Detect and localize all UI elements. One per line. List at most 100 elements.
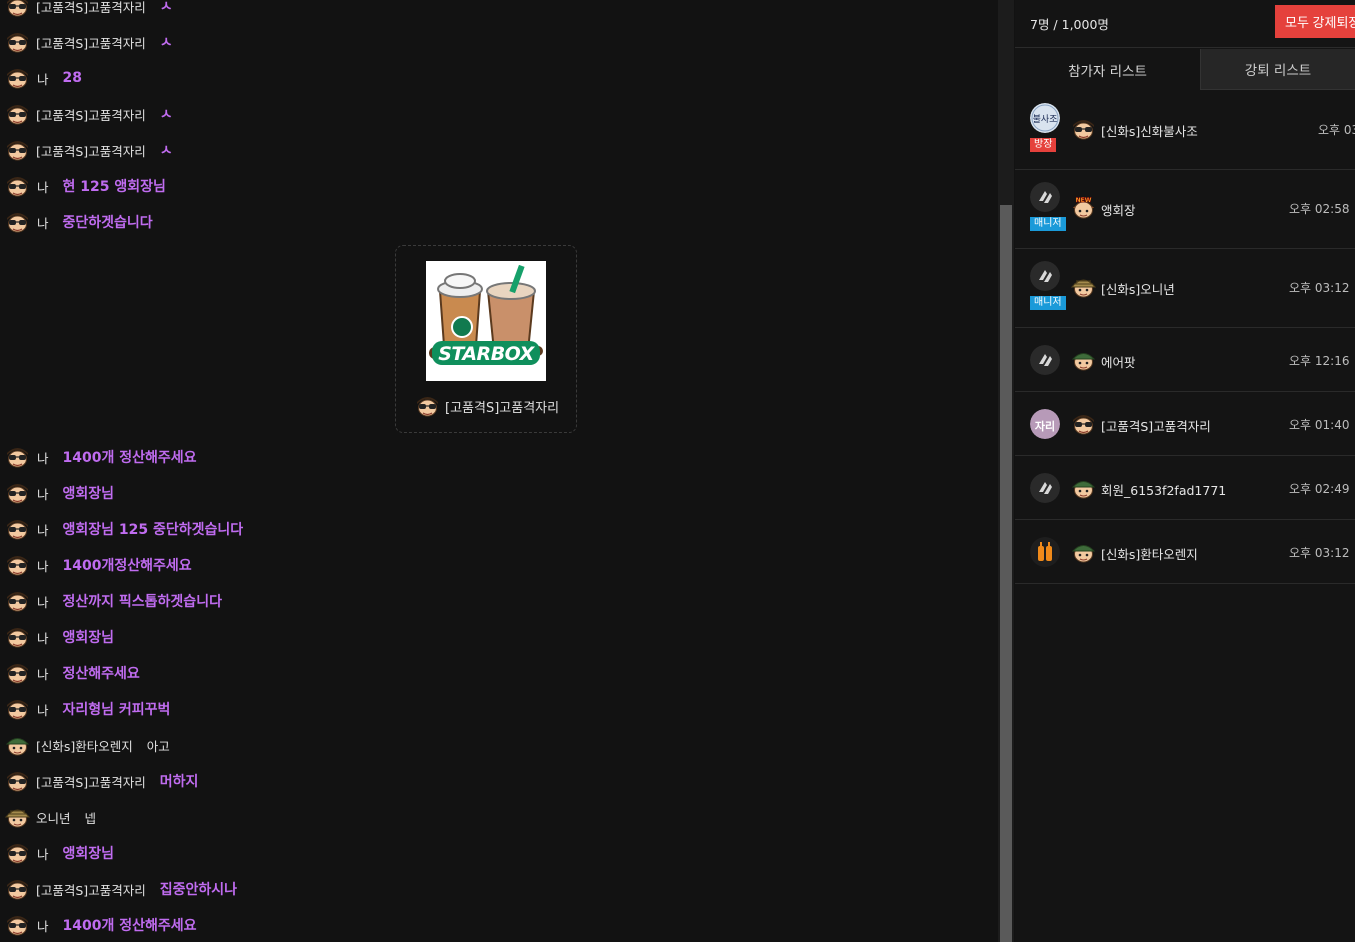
message-sender[interactable]: 나 — [37, 628, 49, 647]
message-sender[interactable]: 나 — [37, 844, 49, 863]
join-time: 오후 12:16 — [1289, 354, 1350, 368]
message-sender[interactable]: [고품격S]고품격자리 — [36, 0, 146, 16]
scrollbar-thumb[interactable] — [1000, 205, 1012, 942]
participant-name[interactable]: 에어팟 — [1101, 352, 1136, 371]
message-sender[interactable]: [고품격S]고품격자리 — [445, 397, 559, 416]
message-sender[interactable]: 나 — [37, 213, 49, 232]
message-text: 정산해주세요 — [62, 666, 140, 682]
kick-all-button[interactable]: 모두 강제퇴장 — [1275, 5, 1355, 38]
message-sender[interactable]: [고품격S]고품격자리 — [36, 772, 146, 791]
chat-message: [고품격S]고품격자리 집중안하시나 — [4, 874, 237, 904]
avatar[interactable] — [4, 697, 31, 721]
message-sender[interactable]: 나 — [37, 484, 49, 503]
chat-message: 나 자리형님 커피꾸벅 — [4, 694, 170, 724]
avatar[interactable] — [4, 210, 31, 234]
participant-row[interactable]: 불사조방장 [신화s]신화불사조 오후 03 — [1015, 91, 1355, 170]
participant-name[interactable]: [신화s]신화불사조 — [1101, 121, 1198, 140]
message-text: 앵회장님 — [62, 486, 115, 502]
tab-participants[interactable]: 참가자 리스트 — [1015, 49, 1200, 90]
message-text: 정산까지 픽스톱하겟습니다 — [62, 594, 222, 610]
avatar[interactable] — [4, 481, 31, 505]
avatar[interactable] — [4, 0, 31, 18]
message-sender[interactable]: [고품격S]고품격자리 — [36, 105, 146, 124]
message-text: 머하지 — [159, 774, 199, 790]
level-logo-icon — [1030, 261, 1060, 291]
message-sender[interactable]: [고품격S]고품격자리 — [36, 33, 146, 52]
participant-count: 7명 / 1,000명 — [1030, 17, 1109, 32]
chat-message: 나 1400개 정산해주세요 — [4, 910, 197, 940]
avatar — [1070, 275, 1097, 299]
chat-message: [고품격S]고품격자리 ㅅ — [4, 135, 173, 165]
avatar[interactable] — [4, 66, 31, 90]
profile-badge-text: 자리 — [1035, 419, 1055, 433]
message-sender[interactable]: [고품격S]고품격자리 — [36, 880, 146, 899]
participant-name[interactable]: [신화s]환타오렌지 — [1101, 544, 1198, 563]
chat-message: 나 앵회장님 125 중단하겟습니다 — [4, 514, 243, 544]
message-sender[interactable]: 나 — [37, 664, 49, 683]
avatar[interactable] — [4, 841, 31, 865]
tab-kicked[interactable]: 강퇴 리스트 — [1200, 49, 1355, 90]
avatar[interactable] — [4, 517, 31, 541]
join-time: 오후 03 — [1318, 123, 1355, 137]
participant-name[interactable]: 앵회장 — [1101, 200, 1136, 219]
chat-message: [고품격S]고품격자리 ㅅ — [4, 0, 173, 21]
message-sender[interactable]: [신화s]환타오렌지 — [36, 736, 133, 755]
avatar[interactable] — [4, 589, 31, 613]
message-sender[interactable]: 나 — [37, 69, 49, 88]
chat-message: 나 1400개정산해주세요 — [4, 550, 192, 580]
join-time: 오후 03:12 — [1289, 281, 1350, 295]
participant-row[interactable]: 에어팟 오후 12:16 — [1015, 328, 1355, 392]
chat-scrollbar[interactable] — [998, 0, 1014, 942]
message-sender[interactable]: 나 — [37, 177, 49, 196]
chat-message: [고품격S]고품격자리 ㅅ — [4, 27, 173, 57]
avatar[interactable] — [4, 174, 31, 198]
sticker-caption: [고품격S]고품격자리 — [414, 394, 559, 418]
message-sender[interactable]: 나 — [37, 448, 49, 467]
message-sender[interactable]: [고품격S]고품격자리 — [36, 141, 146, 160]
sticker-brand-text: STARBOX — [438, 343, 534, 365]
message-text: 1400개 정산해주세요 — [62, 450, 197, 466]
avatar[interactable] — [4, 769, 31, 793]
chat-message: 나 현 125 앵회장님 — [4, 171, 166, 201]
participant-row[interactable]: 회원_6153f2fad1771 오후 02:49 — [1015, 456, 1355, 520]
message-sender[interactable]: 나 — [37, 520, 49, 539]
avatar[interactable] — [4, 30, 31, 54]
participant-row[interactable]: 매니저 [신화s]오니년 오후 03:12 — [1015, 249, 1355, 328]
chat-log[interactable]: [고품격S]고품격자리 ㅅ [고품격S]고품격자리 ㅅ 나 28 [고품격S]고품격자리 ㅅ[… — [0, 0, 998, 942]
participant-name[interactable]: [신화s]오니년 — [1101, 279, 1175, 298]
message-text: ㅅ — [159, 143, 173, 159]
avatar[interactable] — [4, 102, 31, 126]
message-sender[interactable]: 나 — [37, 700, 49, 719]
level-logo-icon — [1030, 182, 1060, 212]
avatar[interactable] — [4, 445, 31, 469]
avatar[interactable] — [4, 913, 31, 937]
message-sender[interactable]: 나 — [37, 916, 49, 935]
avatar[interactable] — [414, 394, 441, 418]
chat-message: 나 1400개 정산해주세요 — [4, 442, 197, 472]
message-sender[interactable]: 나 — [37, 556, 49, 575]
participant-panel: 7명 / 1,000명 모두 강제퇴장 참가자 리스트 강퇴 리스트 불사조 방장… — [1015, 0, 1355, 942]
chat-message: 오니년 넵 — [4, 802, 96, 832]
avatar[interactable] — [4, 138, 31, 162]
message-text: 1400개정산해주세요 — [62, 558, 192, 574]
message-text: 중단하겟습니다 — [62, 215, 153, 231]
participant-row[interactable]: [신화s]환타오렌지 오후 03:12 — [1015, 520, 1355, 584]
message-text: ㅅ — [159, 0, 173, 15]
message-text: 앵회장님 — [62, 630, 115, 646]
participant-name[interactable]: 회원_6153f2fad1771 — [1101, 480, 1226, 499]
participant-name[interactable]: [고품격S]고품격자리 — [1101, 416, 1211, 435]
message-sender[interactable]: 오니년 — [36, 808, 71, 827]
starbox-sticker-image[interactable]: STARBOX — [426, 261, 546, 381]
avatar[interactable] — [4, 661, 31, 685]
avatar[interactable] — [4, 877, 31, 901]
participant-row[interactable]: 자리 [고품격S]고품격자리 오후 01:40 — [1015, 392, 1355, 456]
avatar[interactable] — [4, 553, 31, 577]
avatar[interactable] — [4, 625, 31, 649]
chat-message: 나 정산해주세요 — [4, 658, 140, 688]
participant-row[interactable]: 매니저 NEW 앵회장 오후 02:58 — [1015, 170, 1355, 249]
message-text: 앵회장님 — [62, 846, 115, 862]
avatar[interactable] — [4, 733, 31, 757]
profile-badge: 불사조 — [1030, 103, 1060, 133]
avatar[interactable] — [4, 805, 31, 829]
message-sender[interactable]: 나 — [37, 592, 49, 611]
